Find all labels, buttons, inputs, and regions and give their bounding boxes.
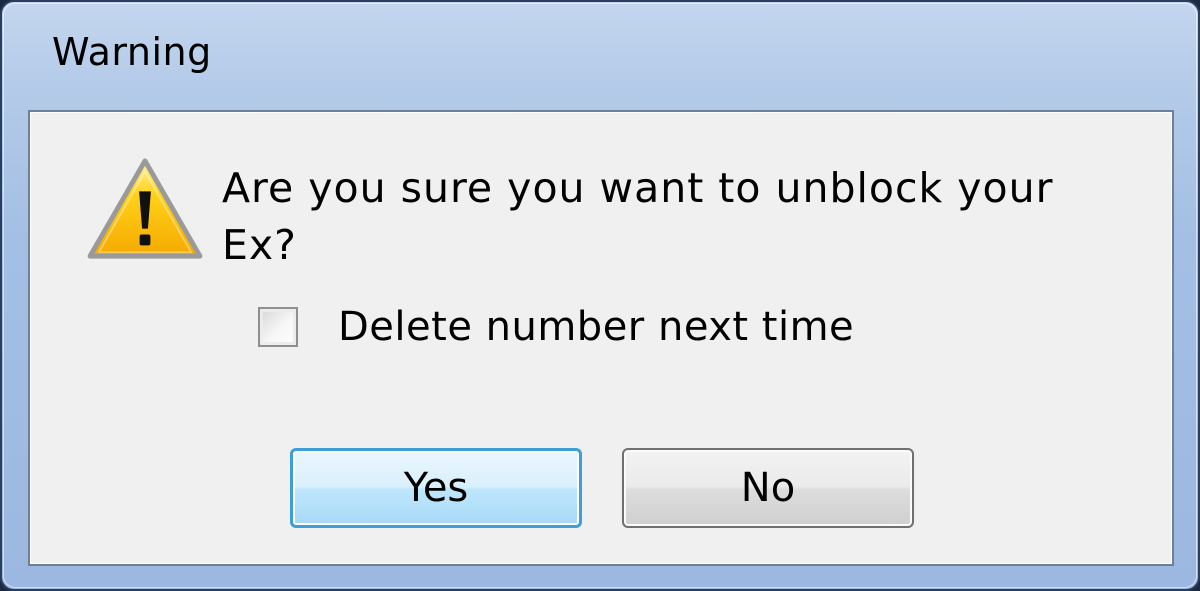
no-button[interactable]: No <box>622 448 914 528</box>
delete-number-checkbox[interactable] <box>258 307 298 347</box>
dialog-title: Warning <box>52 30 212 74</box>
yes-button-label: Yes <box>403 465 469 511</box>
checkbox-label[interactable]: Delete number next time <box>338 304 854 350</box>
no-button-label: No <box>740 465 796 511</box>
dialog-window: Warning Are you sure you want to unblock… <box>0 0 1200 591</box>
title-bar[interactable]: Warning <box>2 2 1198 110</box>
dialog-body: Are you sure you want to unblock your Ex… <box>28 110 1174 566</box>
delete-number-checkbox-row[interactable]: Delete number next time <box>258 302 854 352</box>
yes-button[interactable]: Yes <box>290 448 582 528</box>
dialog-message: Are you sure you want to unblock your Ex… <box>222 164 1054 269</box>
warning-icon <box>87 158 203 259</box>
